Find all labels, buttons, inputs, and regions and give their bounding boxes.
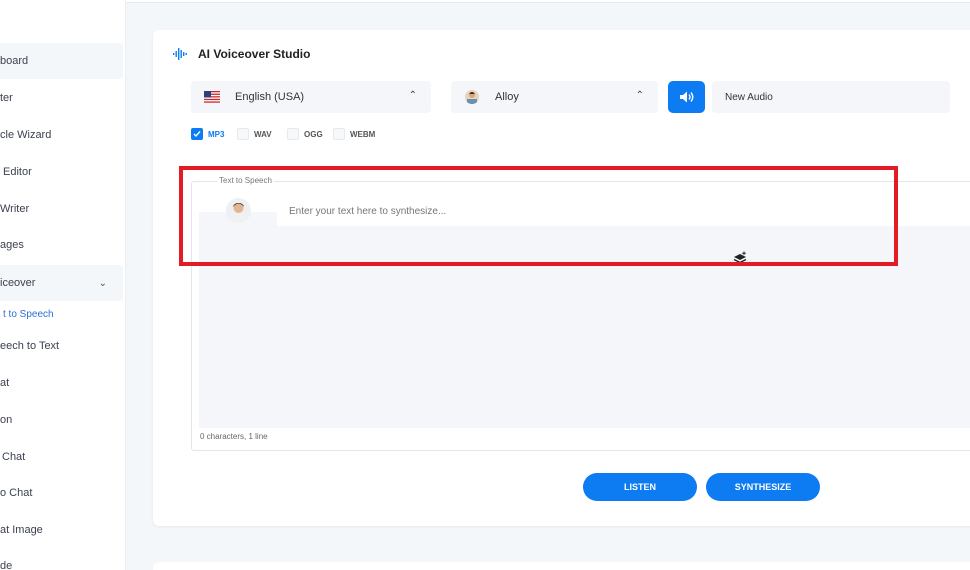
format-ogg[interactable]: OGG	[287, 128, 323, 140]
sidebar-item-label: iceover	[0, 277, 36, 289]
top-header	[126, 0, 970, 3]
sidebar-item-label: at	[0, 377, 10, 389]
secondary-card	[153, 562, 970, 570]
sidebar-item-editor[interactable]: Editor	[0, 154, 123, 190]
listen-button[interactable]: LISTEN	[583, 473, 697, 501]
sidebar-item-speech-to-text[interactable]: eech to Text	[0, 328, 123, 364]
sidebar-item-10[interactable]: on	[0, 402, 123, 438]
voice-value: Alloy	[495, 91, 519, 103]
layers-icon[interactable]	[733, 251, 747, 265]
sidebar-subitem-text-to-speech[interactable]: t to Speech	[3, 309, 54, 320]
chevron-up-icon: ⌃	[635, 90, 644, 101]
sidebar-item-voiceover[interactable]: iceover ⌄	[0, 265, 123, 301]
sidebar-item-label: at Image	[0, 524, 43, 536]
format-label: MP3	[208, 129, 225, 139]
sidebar-item-images[interactable]: ages	[0, 227, 123, 263]
voice-select[interactable]: Alloy ⌃	[451, 81, 658, 113]
audio-name-input[interactable]	[712, 81, 950, 113]
sidebar-item-code[interactable]: de	[0, 548, 123, 570]
language-select[interactable]: English (USA) ⌃	[191, 81, 431, 113]
sidebar-item-1[interactable]: ter	[0, 80, 123, 116]
sidebar-item-dashboard[interactable]: board	[0, 43, 123, 79]
text-area[interactable]	[199, 212, 970, 428]
voice-avatar	[465, 90, 479, 104]
preview-voice-button[interactable]	[668, 81, 705, 113]
sidebar-item-label: eech to Text	[0, 340, 60, 352]
sidebar-item-chat[interactable]: at	[0, 365, 123, 401]
sidebar-item-label: Writer	[0, 203, 30, 215]
sidebar-item-label: cle Wizard	[0, 129, 52, 141]
format-mp3[interactable]: MP3	[191, 128, 224, 140]
format-label: WEBM	[350, 129, 376, 139]
sidebar-item-label: Editor	[3, 166, 32, 178]
sidebar-item-label: board	[0, 55, 29, 67]
language-value: English (USA)	[235, 91, 305, 103]
sidebar-item-chat-image[interactable]: at Image	[0, 512, 123, 548]
character-count: 0 characters, 1 line	[200, 432, 268, 441]
mp3-checkbox[interactable]	[191, 128, 203, 140]
sidebar-item-label: Chat	[2, 451, 26, 463]
card-header: AI Voiceover Studio	[173, 47, 310, 61]
sidebar-item-chat-2[interactable]: Chat	[0, 439, 123, 475]
sidebar-item-video-chat[interactable]: o Chat	[0, 475, 123, 511]
avatar	[226, 198, 251, 223]
sidebar-item-article-wizard[interactable]: cle Wizard	[0, 117, 123, 153]
page-title: AI Voiceover Studio	[198, 47, 311, 61]
chevron-up-icon: ⌃	[408, 90, 417, 101]
sidebar-item-label: ter	[0, 92, 13, 104]
sidebar-item-label: on	[0, 414, 13, 426]
webm-checkbox[interactable]	[333, 128, 345, 140]
format-label: WAV	[254, 129, 272, 139]
us-flag-icon	[204, 91, 220, 103]
format-webm[interactable]: WEBM	[333, 128, 375, 140]
chevron-down-icon: ⌄	[98, 277, 107, 289]
wav-checkbox[interactable]	[237, 128, 249, 140]
format-label: OGG	[304, 129, 323, 139]
ogg-checkbox[interactable]	[287, 128, 299, 140]
sidebar-item-label: de	[0, 560, 13, 570]
sidebar: board ter cle Wizard Editor Writer ages …	[0, 0, 126, 570]
synthesize-button[interactable]: SYNTHESIZE	[706, 473, 820, 501]
text-input[interactable]	[277, 196, 970, 226]
voiceover-studio-card: AI Voiceover Studio English (USA) ⌃ Allo…	[153, 30, 970, 526]
sidebar-item-label: ages	[0, 239, 24, 251]
waveform-icon	[173, 48, 187, 60]
sidebar-item-writer[interactable]: Writer	[0, 191, 123, 227]
check-icon	[193, 131, 201, 138]
text-to-speech-section: Text to Speech 0 characters, 1 line	[191, 176, 970, 451]
speaker-icon	[679, 91, 693, 103]
sidebar-item-label: o Chat	[0, 487, 33, 499]
section-legend: Text to Speech	[217, 176, 274, 185]
format-wav[interactable]: WAV	[237, 128, 272, 140]
